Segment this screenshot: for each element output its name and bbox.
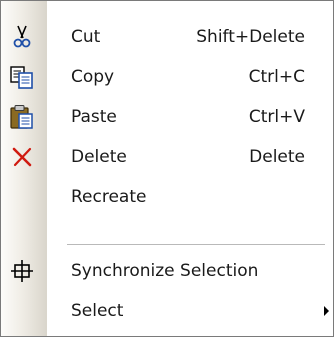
menu-item-copy[interactable]: Copy Ctrl+C (1, 59, 333, 95)
menu-item-shortcut: Shift+Delete (196, 27, 305, 47)
menu-item-label: Copy (71, 67, 115, 87)
menu-item-recreate[interactable]: Recreate (1, 179, 333, 215)
menu-item-label: Delete (71, 147, 127, 167)
menu-item-label: Paste (71, 107, 117, 127)
copy-icon (9, 64, 35, 90)
menu-item-cut[interactable]: Cut Shift+Delete (1, 19, 333, 55)
context-menu: Cut Shift+Delete Copy Ctrl+C Paste Ctrl+… (0, 0, 334, 337)
scissors-icon (9, 24, 35, 50)
menu-item-label: Select (71, 301, 124, 321)
menu-item-label: Synchronize Selection (71, 261, 259, 281)
menu-item-paste[interactable]: Paste Ctrl+V (1, 99, 333, 135)
menu-item-label: Cut (71, 27, 101, 47)
menu-item-label: Recreate (71, 187, 147, 207)
menu-item-select[interactable]: Select (1, 293, 333, 329)
menu-item-delete[interactable]: Delete Delete (1, 139, 333, 175)
menu-separator (67, 244, 325, 246)
menu-item-shortcut: Ctrl+V (248, 107, 305, 127)
delete-x-icon (9, 144, 35, 170)
submenu-arrow-icon (324, 306, 329, 316)
menu-item-shortcut: Delete (249, 147, 305, 167)
menu-item-synchronize-selection[interactable]: Synchronize Selection (1, 253, 333, 289)
menu-item-shortcut: Ctrl+C (248, 67, 305, 87)
synchronize-icon (9, 258, 35, 284)
paste-icon (9, 104, 35, 130)
